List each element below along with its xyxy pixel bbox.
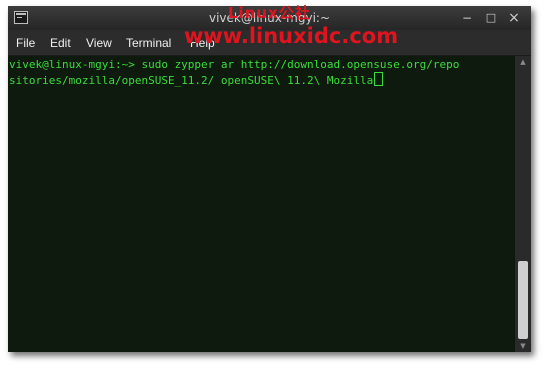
terminal-line: sitories/mozilla/openSUSE_11.2/ openSUSE… — [9, 72, 384, 87]
vertical-scrollbar[interactable]: ▲ ▼ — [515, 56, 531, 352]
menu-view[interactable]: View — [86, 36, 112, 50]
close-button[interactable]: × — [505, 9, 523, 27]
scroll-thumb[interactable] — [518, 261, 528, 339]
maximize-button[interactable]: □ — [482, 9, 500, 27]
terminal-line: vivek@linux-mgyi:~> sudo zypper ar http:… — [9, 58, 460, 71]
menu-file[interactable]: File — [16, 36, 35, 50]
text-cursor — [374, 72, 384, 86]
menu-edit[interactable]: Edit — [50, 36, 71, 50]
watermark-logo: Linux公社 — [228, 4, 311, 22]
terminal-window: vivek@linux-mgyi:~ − □ × File Edit View … — [8, 6, 531, 352]
scroll-down-arrow-icon[interactable]: ▼ — [515, 340, 531, 352]
menu-terminal[interactable]: Terminal — [126, 36, 171, 50]
minimize-button[interactable]: − — [458, 9, 476, 27]
watermark-url: www.linuxidc.com — [184, 24, 399, 48]
terminal-output[interactable]: vivek@linux-mgyi:~> sudo zypper ar http:… — [8, 56, 515, 352]
scroll-up-arrow-icon[interactable]: ▲ — [515, 56, 531, 68]
terminal-line-text: sitories/mozilla/openSUSE_11.2/ openSUSE… — [9, 74, 374, 87]
